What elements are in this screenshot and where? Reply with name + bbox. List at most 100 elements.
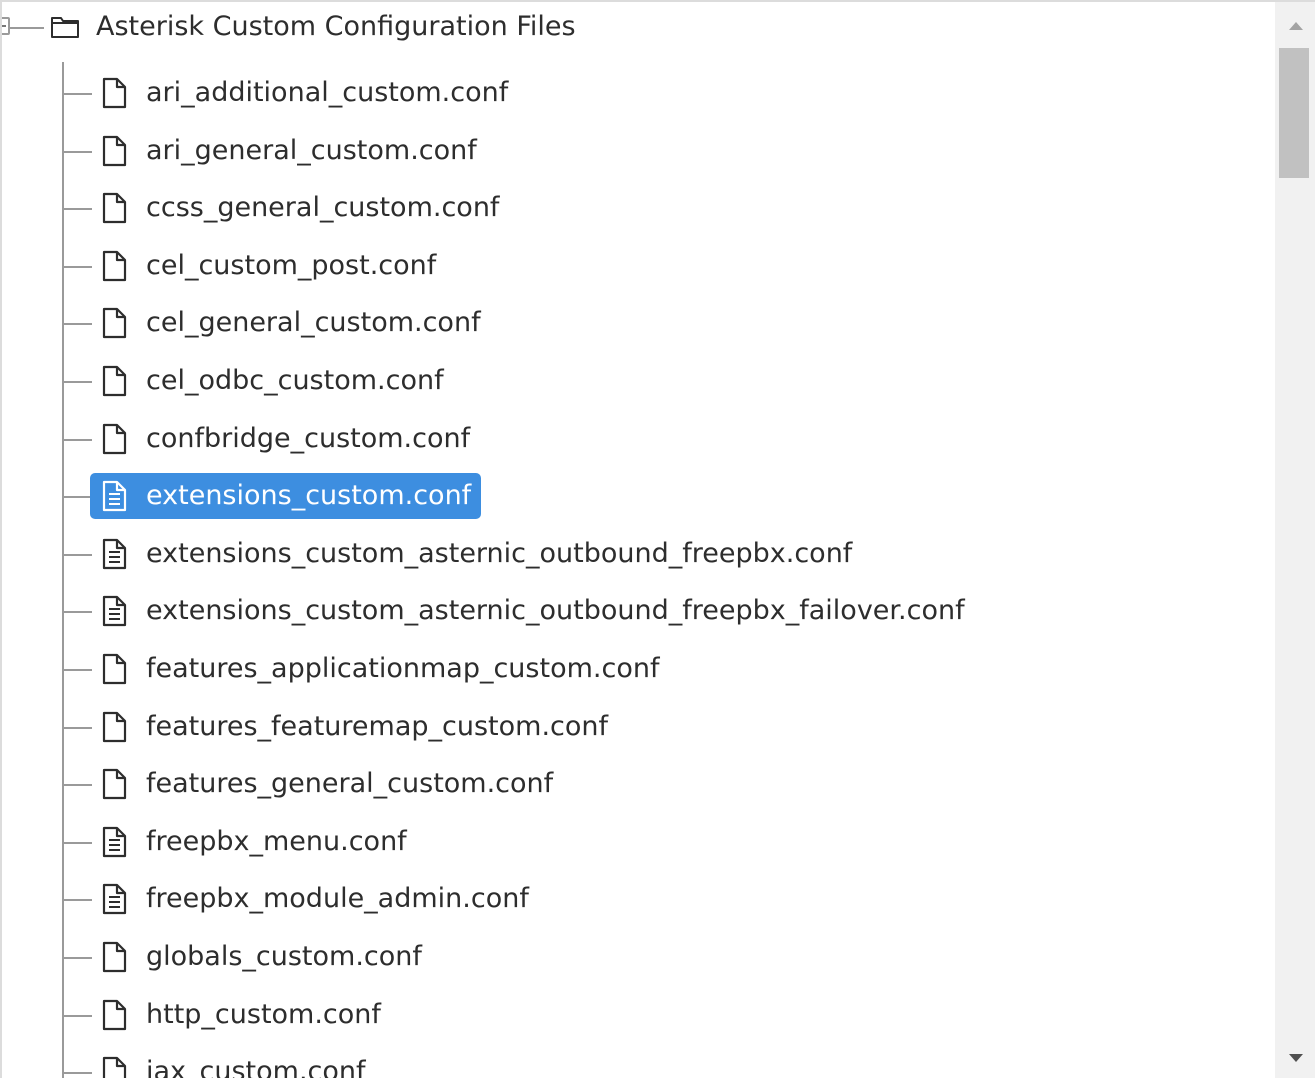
tree-item: ccss_general_custom.conf	[2, 180, 1275, 238]
tree-item-node[interactable]: iax_custom.conf	[90, 1049, 376, 1078]
tree-item-label: freepbx_module_admin.conf	[146, 883, 529, 915]
tree-item: http_custom.conf	[2, 987, 1275, 1045]
tree-connector-line	[64, 265, 92, 268]
file-text-icon	[100, 883, 128, 915]
file-icon	[100, 135, 128, 167]
tree-item-label: iax_custom.conf	[146, 1056, 366, 1078]
file-icon	[100, 192, 128, 224]
arrow-down-icon	[1289, 1054, 1303, 1062]
tree-item-label: cel_general_custom.conf	[146, 307, 481, 339]
tree-item-label: cel_custom_post.conf	[146, 249, 437, 281]
tree-item-node[interactable]: ccss_general_custom.conf	[90, 185, 509, 231]
tree-item: extensions_custom_asternic_outbound_free…	[2, 583, 1275, 641]
tree-item-label: ari_additional_custom.conf	[146, 77, 509, 108]
tree-item-label: http_custom.conf	[146, 998, 381, 1030]
tree-item: extensions_custom_asternic_outbound_free…	[2, 526, 1275, 584]
tree-item: features_general_custom.conf	[2, 756, 1275, 814]
tree-item-label: ccss_general_custom.conf	[146, 192, 500, 224]
tree-item: cel_general_custom.conf	[2, 295, 1275, 353]
file-icon	[100, 999, 128, 1031]
tree-item: freepbx_menu.conf	[2, 814, 1275, 872]
tree-connector-line	[64, 93, 92, 95]
tree-connector-line	[64, 726, 92, 729]
file-text-icon	[100, 595, 128, 627]
tree-root-label[interactable]: Asterisk Custom Configuration Files	[96, 10, 576, 44]
tree-item-node[interactable]: features_applicationmap_custom.conf	[90, 646, 669, 692]
tree-item-node[interactable]: globals_custom.conf	[90, 934, 432, 980]
tree-item-node[interactable]: features_general_custom.conf	[90, 761, 563, 807]
tree-item: globals_custom.conf	[2, 929, 1275, 987]
tree-item: ari_additional_custom.conf	[2, 65, 1275, 123]
tree-item-node[interactable]: features_featuremap_custom.conf	[90, 704, 618, 750]
tree-item-label: ari_general_custom.conf	[146, 134, 477, 166]
tree-item-node[interactable]: cel_custom_post.conf	[90, 243, 446, 289]
tree-item-label: globals_custom.conf	[146, 940, 422, 972]
tree-item: features_applicationmap_custom.conf	[2, 641, 1275, 699]
tree-item-label: features_general_custom.conf	[146, 768, 554, 800]
tree-connector-line	[8, 27, 44, 29]
tree-item-node[interactable]: extensions_custom.conf	[90, 473, 482, 520]
tree-item-label: extensions_custom_asternic_outbound_free…	[146, 537, 853, 569]
file-icon	[100, 423, 128, 455]
tree-connector-line	[64, 380, 92, 383]
tree-item-node[interactable]: ari_additional_custom.conf	[90, 70, 518, 116]
tree-connector-line	[64, 784, 92, 787]
tree-item-label: features_featuremap_custom.conf	[146, 710, 609, 742]
file-icon	[100, 307, 128, 339]
tree-connector-line	[64, 1014, 92, 1017]
tree-item-label: features_applicationmap_custom.conf	[146, 652, 660, 684]
tree-connector-line	[64, 668, 92, 671]
tree-item: extensions_custom.conf	[2, 468, 1275, 526]
file-icon	[100, 250, 128, 282]
tree-item-node[interactable]: confbridge_custom.conf	[90, 416, 480, 462]
collapse-toggle-icon[interactable]	[2, 17, 10, 35]
tree-connector-line	[64, 150, 92, 153]
tree-item-label: confbridge_custom.conf	[146, 422, 471, 454]
scroll-down-button[interactable]	[1275, 1042, 1315, 1078]
tree-connector-line	[64, 899, 92, 902]
tree-item-node[interactable]: extensions_custom_asternic_outbound_free…	[90, 588, 975, 634]
file-icon	[100, 768, 128, 800]
tree-connector-line	[64, 553, 92, 556]
tree-item-label: extensions_custom_asternic_outbound_free…	[146, 595, 965, 627]
tree-item-node[interactable]: cel_odbc_custom.conf	[90, 358, 454, 404]
file-text-icon	[100, 538, 128, 570]
tree-item-node[interactable]: freepbx_module_admin.conf	[90, 876, 539, 922]
tree-item-label: cel_odbc_custom.conf	[146, 364, 444, 396]
tree-item: freepbx_module_admin.conf	[2, 871, 1275, 929]
tree-item-node[interactable]: freepbx_menu.conf	[90, 819, 417, 865]
tree-connector-line	[64, 438, 92, 441]
file-tree-panel: Asterisk Custom Configuration Files ari_…	[0, 0, 1315, 1078]
tree-connector-line	[64, 496, 92, 499]
tree-connector-line	[64, 956, 92, 959]
vertical-scrollbar[interactable]	[1275, 2, 1315, 1078]
file-text-icon	[100, 826, 128, 858]
tree-children: ari_additional_custom.conf ari_general_cu…	[2, 65, 1275, 1078]
tree-item: ari_general_custom.conf	[2, 123, 1275, 181]
tree-item-label: extensions_custom.conf	[146, 480, 472, 512]
tree-item: cel_odbc_custom.conf	[2, 353, 1275, 411]
file-icon	[100, 365, 128, 397]
tree-item: confbridge_custom.conf	[2, 411, 1275, 469]
tree-item-node[interactable]: extensions_custom_asternic_outbound_free…	[90, 531, 862, 577]
file-icon	[100, 1056, 128, 1078]
arrow-up-icon	[1289, 22, 1303, 30]
file-icon	[100, 941, 128, 973]
file-text-icon	[100, 480, 128, 512]
file-icon	[100, 653, 128, 685]
file-tree: Asterisk Custom Configuration Files ari_…	[2, 2, 1275, 1078]
scroll-thumb[interactable]	[1279, 48, 1309, 178]
tree-item: cel_custom_post.conf	[2, 238, 1275, 296]
tree-item-node[interactable]: http_custom.conf	[90, 992, 391, 1038]
tree-item-node[interactable]: cel_general_custom.conf	[90, 300, 491, 346]
tree-item-node[interactable]: ari_general_custom.conf	[90, 128, 487, 174]
tree-connector-line	[64, 1072, 92, 1075]
tree-connector-line	[64, 323, 92, 326]
scroll-up-button[interactable]	[1275, 10, 1315, 46]
tree-connector-line	[64, 208, 92, 211]
file-icon	[100, 77, 128, 109]
tree-item-label: freepbx_menu.conf	[146, 825, 407, 857]
tree-item: iax_custom.conf	[2, 1044, 1275, 1078]
file-icon	[100, 711, 128, 743]
folder-icon	[51, 17, 79, 38]
